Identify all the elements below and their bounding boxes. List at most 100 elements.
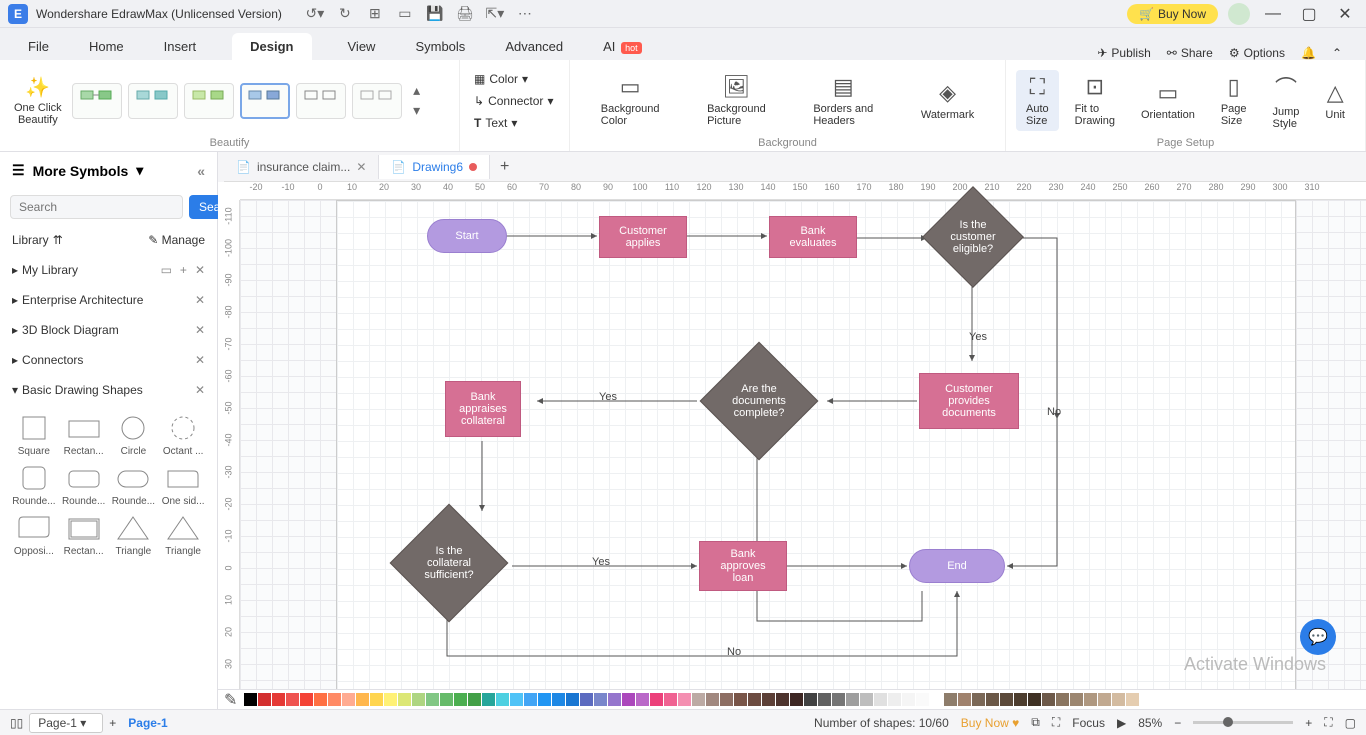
menu-symbols[interactable]: Symbols <box>411 33 469 60</box>
shape-start[interactable]: Start <box>427 219 507 253</box>
shape-appraises[interactable]: Bank appraises collateral <box>445 381 521 437</box>
color-swatch[interactable] <box>706 693 719 706</box>
doc-tab-drawing6[interactable]: 📄 Drawing6 <box>379 155 490 179</box>
color-swatch[interactable] <box>552 693 565 706</box>
theme-prev-icon[interactable]: ▴ <box>408 82 426 100</box>
collapse-sidebar-icon[interactable]: « <box>197 163 205 179</box>
shape-docs-complete[interactable]: Are the documents complete? <box>700 342 819 461</box>
color-swatch[interactable] <box>608 693 621 706</box>
color-swatch[interactable] <box>426 693 439 706</box>
minimize-icon[interactable]: — <box>1260 4 1286 24</box>
open-icon[interactable]: ▭ <box>396 5 414 23</box>
menu-view[interactable]: View <box>344 33 380 60</box>
color-swatch[interactable] <box>902 693 915 706</box>
collapse-ribbon-icon[interactable]: ⌃ <box>1332 46 1342 60</box>
color-swatch[interactable] <box>258 693 271 706</box>
color-swatch[interactable] <box>678 693 691 706</box>
color-swatch[interactable] <box>650 693 663 706</box>
color-swatch[interactable] <box>594 693 607 706</box>
color-swatch[interactable] <box>692 693 705 706</box>
shape-eligible[interactable]: Is the customer eligible? <box>922 186 1024 288</box>
color-swatch[interactable] <box>972 693 985 706</box>
color-swatch[interactable] <box>482 693 495 706</box>
color-swatch[interactable] <box>888 693 901 706</box>
shape-rectan[interactable]: Rectan... <box>60 513 108 557</box>
layers-icon[interactable]: ⧉ <box>1031 715 1040 730</box>
lib-close-icon[interactable]: ✕ <box>195 383 205 397</box>
options-button[interactable]: ⚙ Options <box>1229 46 1285 60</box>
color-swatch[interactable] <box>384 693 397 706</box>
color-swatch[interactable] <box>454 693 467 706</box>
theme-next-icon[interactable]: ▾ <box>408 102 426 120</box>
color-swatch[interactable] <box>286 693 299 706</box>
shape-onesid[interactable]: One sid... <box>159 463 207 507</box>
color-swatch[interactable] <box>538 693 551 706</box>
shape-circle[interactable]: Circle <box>110 413 158 457</box>
color-swatch[interactable] <box>860 693 873 706</box>
color-swatch[interactable] <box>1098 693 1111 706</box>
color-swatch[interactable] <box>1126 693 1139 706</box>
shape-rounde[interactable]: Rounde... <box>10 463 58 507</box>
avatar-icon[interactable] <box>1228 3 1250 25</box>
lib-section-connectors[interactable]: ▸ Connectors✕ <box>0 345 217 375</box>
color-swatch[interactable] <box>944 693 957 706</box>
shape-triangle[interactable]: Triangle <box>159 513 207 557</box>
active-page-label[interactable]: Page-1 <box>128 716 167 730</box>
lib-add-icon[interactable]: ▭ <box>161 263 172 277</box>
zoom-out-icon[interactable]: − <box>1174 716 1181 730</box>
theme-preset-3[interactable] <box>184 83 234 119</box>
connector-dropdown[interactable]: ↳ Connector ▾ <box>470 92 559 110</box>
color-swatch[interactable] <box>930 693 943 706</box>
color-swatch[interactable] <box>342 693 355 706</box>
color-swatch[interactable] <box>1084 693 1097 706</box>
manage-library-button[interactable]: ✎ Manage <box>148 233 205 247</box>
lib-close-icon[interactable]: ✕ <box>195 353 205 367</box>
color-swatch[interactable] <box>874 693 887 706</box>
menu-advanced[interactable]: Advanced <box>501 33 567 60</box>
menu-design[interactable]: Design <box>232 33 311 60</box>
eyedropper-icon[interactable]: ✎ <box>224 690 237 710</box>
undo-icon[interactable]: ↺▾ <box>306 5 324 23</box>
redo-icon[interactable]: ↻ <box>336 5 354 23</box>
color-swatch[interactable] <box>1056 693 1069 706</box>
color-swatch[interactable] <box>776 693 789 706</box>
color-swatch[interactable] <box>804 693 817 706</box>
color-swatch[interactable] <box>1070 693 1083 706</box>
more-icon[interactable]: ⋯ <box>516 5 534 23</box>
color-swatch[interactable] <box>720 693 733 706</box>
shape-customer-applies[interactable]: Customer applies <box>599 216 687 258</box>
color-swatch[interactable] <box>916 693 929 706</box>
publish-button[interactable]: ✈ Publish <box>1097 46 1150 60</box>
buy-now-button[interactable]: 🛒 Buy Now <box>1127 4 1218 24</box>
doc-tab-insurance[interactable]: 📄 insurance claim... ✕ <box>224 155 379 179</box>
shape-triangle[interactable]: Triangle <box>110 513 158 557</box>
shape-square[interactable]: Square <box>10 413 58 457</box>
color-swatch[interactable] <box>1112 693 1125 706</box>
shape-approves[interactable]: Bank approves loan <box>699 541 787 591</box>
share-button[interactable]: ⚯ Share <box>1167 46 1213 60</box>
add-page-icon[interactable]: + <box>109 716 116 730</box>
color-swatch[interactable] <box>636 693 649 706</box>
zoom-in-icon[interactable]: + <box>1305 716 1312 730</box>
color-swatch[interactable] <box>398 693 411 706</box>
doc-close-icon[interactable]: ✕ <box>356 160 366 174</box>
text-dropdown[interactable]: T Text ▾ <box>470 114 559 132</box>
color-swatch[interactable] <box>524 693 537 706</box>
lib-section-3d-block[interactable]: ▸ 3D Block Diagram✕ <box>0 315 217 345</box>
color-swatch[interactable] <box>272 693 285 706</box>
one-click-beautify-button[interactable]: ✨ One Click Beautify <box>10 71 66 130</box>
canvas[interactable]: Start Customer applies Bank evaluates Is… <box>240 200 1366 689</box>
color-swatch[interactable] <box>818 693 831 706</box>
shape-rounde[interactable]: Rounde... <box>60 463 108 507</box>
page-dropdown[interactable]: Page-1 ▾ <box>29 713 103 733</box>
lib-section-basic-shapes[interactable]: ▾ Basic Drawing Shapes✕ <box>0 375 217 405</box>
color-swatch[interactable] <box>622 693 635 706</box>
color-swatch[interactable] <box>1028 693 1041 706</box>
shape-end[interactable]: End <box>909 549 1005 583</box>
menu-ai[interactable]: AI hot <box>599 33 645 60</box>
page-size-button[interactable]: ▯Page Size <box>1211 70 1257 131</box>
theme-preset-1[interactable] <box>72 83 122 119</box>
theme-preset-2[interactable] <box>128 83 178 119</box>
unit-button[interactable]: △Unit <box>1315 76 1355 125</box>
fullscreen-icon[interactable]: ▢ <box>1345 716 1356 730</box>
